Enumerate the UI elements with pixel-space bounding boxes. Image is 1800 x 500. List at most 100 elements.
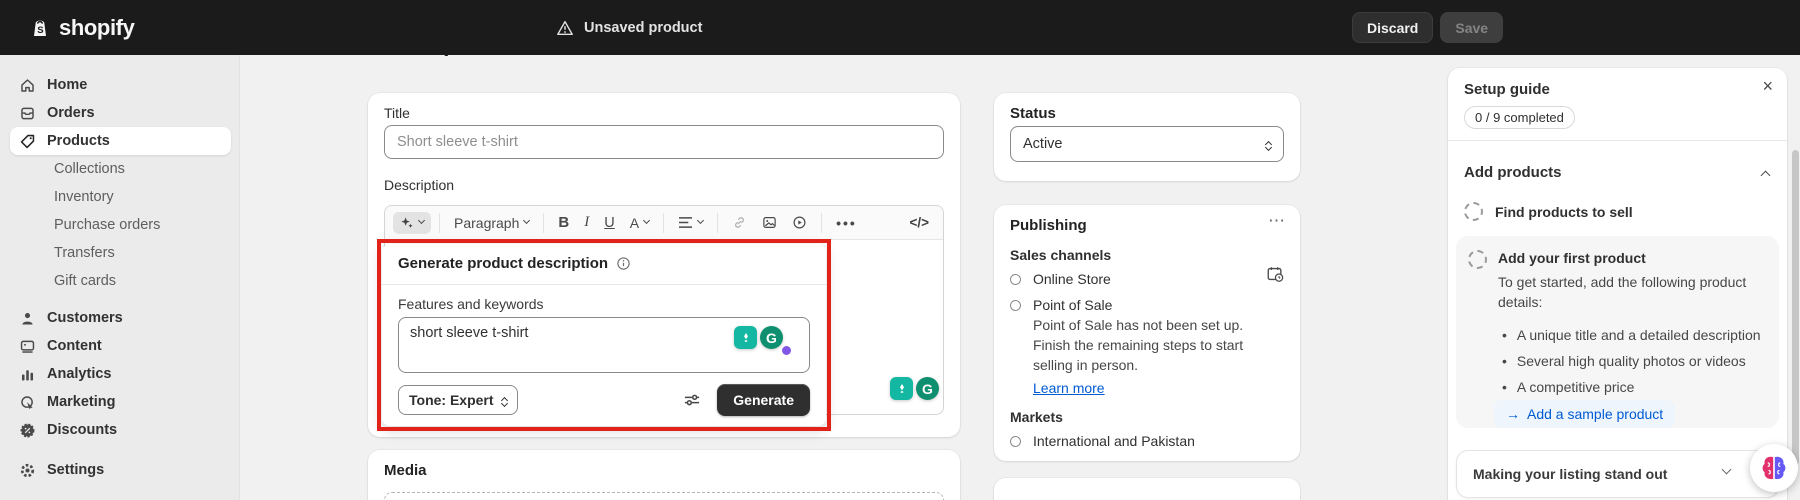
sidebar-item-content[interactable]: Content (10, 332, 231, 360)
assistant-fab[interactable] (1750, 444, 1798, 492)
settings-sliders-icon[interactable] (683, 392, 701, 408)
bullet-icon: • (1502, 353, 1507, 369)
info-icon[interactable] (616, 256, 631, 271)
media-dropzone[interactable] (384, 492, 944, 500)
customers-icon (19, 310, 36, 327)
sidebar-item-marketing[interactable]: Marketing (10, 388, 231, 416)
setup-guide-panel: Setup guide × 0 / 9 completed Add produc… (1448, 68, 1787, 500)
setup-section-making-listing-stand-out[interactable]: Making your listing stand out (1456, 450, 1779, 498)
save-button[interactable]: Save (1440, 12, 1503, 43)
discounts-icon (19, 422, 36, 439)
bold-button[interactable]: B (552, 211, 575, 234)
incomplete-step-icon[interactable] (1464, 202, 1483, 221)
scrollbar-track[interactable] (1790, 55, 1800, 500)
grammarly-widget[interactable]: G (734, 326, 783, 349)
list-item: • A competitive price (1502, 374, 1762, 400)
grammarly-widget[interactable]: G (890, 377, 939, 400)
chevron-up-icon[interactable] (1761, 171, 1771, 181)
sidebar-item-label: Analytics (47, 366, 111, 382)
shopify-admin-window: ← Add product S shopify Unsaved product … (0, 0, 1800, 500)
popup-heading-row: Generate product description (398, 255, 631, 272)
sidebar-item-label: Settings (47, 462, 104, 478)
close-icon[interactable]: × (1762, 76, 1773, 97)
publishing-more-button[interactable]: ⋯ (1268, 211, 1286, 231)
sidebar-item-home[interactable]: Home (10, 71, 231, 99)
discard-button[interactable]: Discard (1352, 12, 1433, 43)
brain-icon (1759, 453, 1789, 483)
sidebar-item-transfers[interactable]: Transfers (10, 239, 231, 267)
sidebar-item-orders[interactable]: Orders (10, 99, 231, 127)
sidebar-nav: Home Orders Products Collections Invento… (10, 71, 231, 444)
tag-icon (19, 133, 36, 150)
unsaved-status: Unsaved product (556, 0, 702, 55)
title-input[interactable] (384, 125, 944, 159)
learn-more-link[interactable]: Learn more (1033, 380, 1105, 396)
sidebar-item-customers[interactable]: Customers (10, 304, 231, 332)
shopify-logo[interactable]: S shopify (28, 0, 134, 55)
channel-dot-icon (1010, 436, 1021, 447)
link-button[interactable] (726, 212, 753, 233)
setup-item-add-first-product[interactable]: Add your first product To get started, a… (1456, 236, 1779, 428)
channel-dot-icon (1010, 274, 1021, 285)
chevron-down-icon (523, 217, 530, 224)
bullet-text: A competitive price (1517, 379, 1635, 395)
status-value: Active (1023, 136, 1063, 152)
sidebar-item-settings[interactable]: Settings (10, 456, 231, 484)
sidebar-item-purchase-orders[interactable]: Purchase orders (10, 211, 231, 239)
markets-value: International and Pakistan (1033, 433, 1195, 449)
sidebar-item-label: Marketing (47, 394, 116, 410)
shopify-wordmark: shopify (59, 15, 134, 41)
insert-image-button[interactable] (756, 212, 783, 233)
add-sample-product-link[interactable]: → Add a sample product (1494, 400, 1675, 428)
sidebar: Home Orders Products Collections Invento… (0, 55, 240, 500)
generate-button[interactable]: Generate (717, 384, 810, 416)
code-view-button[interactable]: </> (903, 212, 935, 233)
insert-video-button[interactable] (786, 212, 813, 233)
sidebar-item-label: Collections (54, 161, 125, 177)
paragraph-style-dropdown[interactable]: Paragraph (448, 212, 535, 234)
bullet-text: A unique title and a detailed descriptio… (1517, 327, 1761, 343)
sidebar-item-label: Gift cards (54, 273, 116, 289)
incomplete-step-icon[interactable] (1468, 250, 1487, 269)
scrollbar-thumb[interactable] (1792, 150, 1799, 465)
publishing-card: Publishing ⋯ Sales channels Online Store… (994, 205, 1300, 461)
home-icon (19, 77, 36, 94)
status-heading: Status (1010, 105, 1056, 122)
sidebar-item-label: Products (47, 133, 110, 149)
more-formatting-button[interactable]: ••• (830, 212, 863, 234)
schedule-calendar-icon[interactable] (1266, 265, 1284, 283)
warning-icon (556, 19, 574, 37)
tone-select[interactable]: Tone: Expert (398, 385, 518, 415)
status-select[interactable]: Active (1010, 126, 1284, 162)
sidebar-item-collections[interactable]: Collections (10, 155, 231, 183)
underline-button[interactable]: U (598, 212, 620, 234)
italic-button[interactable]: I (578, 211, 595, 234)
topbar-actions: Discard Save (1352, 12, 1503, 43)
sales-channels-label: Sales channels (1010, 247, 1111, 263)
suggestion-bulb-icon[interactable] (890, 377, 913, 400)
grammarly-icon[interactable]: G (916, 377, 939, 400)
sidebar-item-gift-cards[interactable]: Gift cards (10, 267, 231, 295)
partial-card (994, 478, 1300, 500)
sidebar-item-analytics[interactable]: Analytics (10, 360, 231, 388)
sidebar-item-inventory[interactable]: Inventory (10, 183, 231, 211)
notification-dot (782, 346, 791, 355)
chevron-down-icon (643, 217, 650, 224)
sidebar-item-discounts[interactable]: Discounts (10, 416, 231, 444)
suggestion-bulb-icon[interactable] (734, 326, 757, 349)
content-icon (19, 338, 36, 355)
paragraph-label: Paragraph (454, 215, 519, 231)
bullet-text: Several high quality photos or videos (1517, 353, 1746, 369)
ai-magic-button[interactable] (393, 212, 431, 234)
markets-row: International and Pakistan (1010, 433, 1195, 449)
publishing-heading: Publishing (1010, 217, 1087, 234)
grammarly-icon[interactable]: G (760, 326, 783, 349)
setup-item-find-products[interactable]: Find products to sell (1464, 202, 1633, 221)
sidebar-item-label: Customers (47, 310, 123, 326)
description-label: Description (384, 177, 454, 193)
text-color-button[interactable]: A (624, 212, 655, 234)
progress-badge: 0 / 9 completed (1464, 106, 1575, 129)
alignment-button[interactable] (672, 213, 709, 232)
markets-label: Markets (1010, 409, 1063, 425)
sidebar-item-products[interactable]: Products (10, 127, 231, 155)
